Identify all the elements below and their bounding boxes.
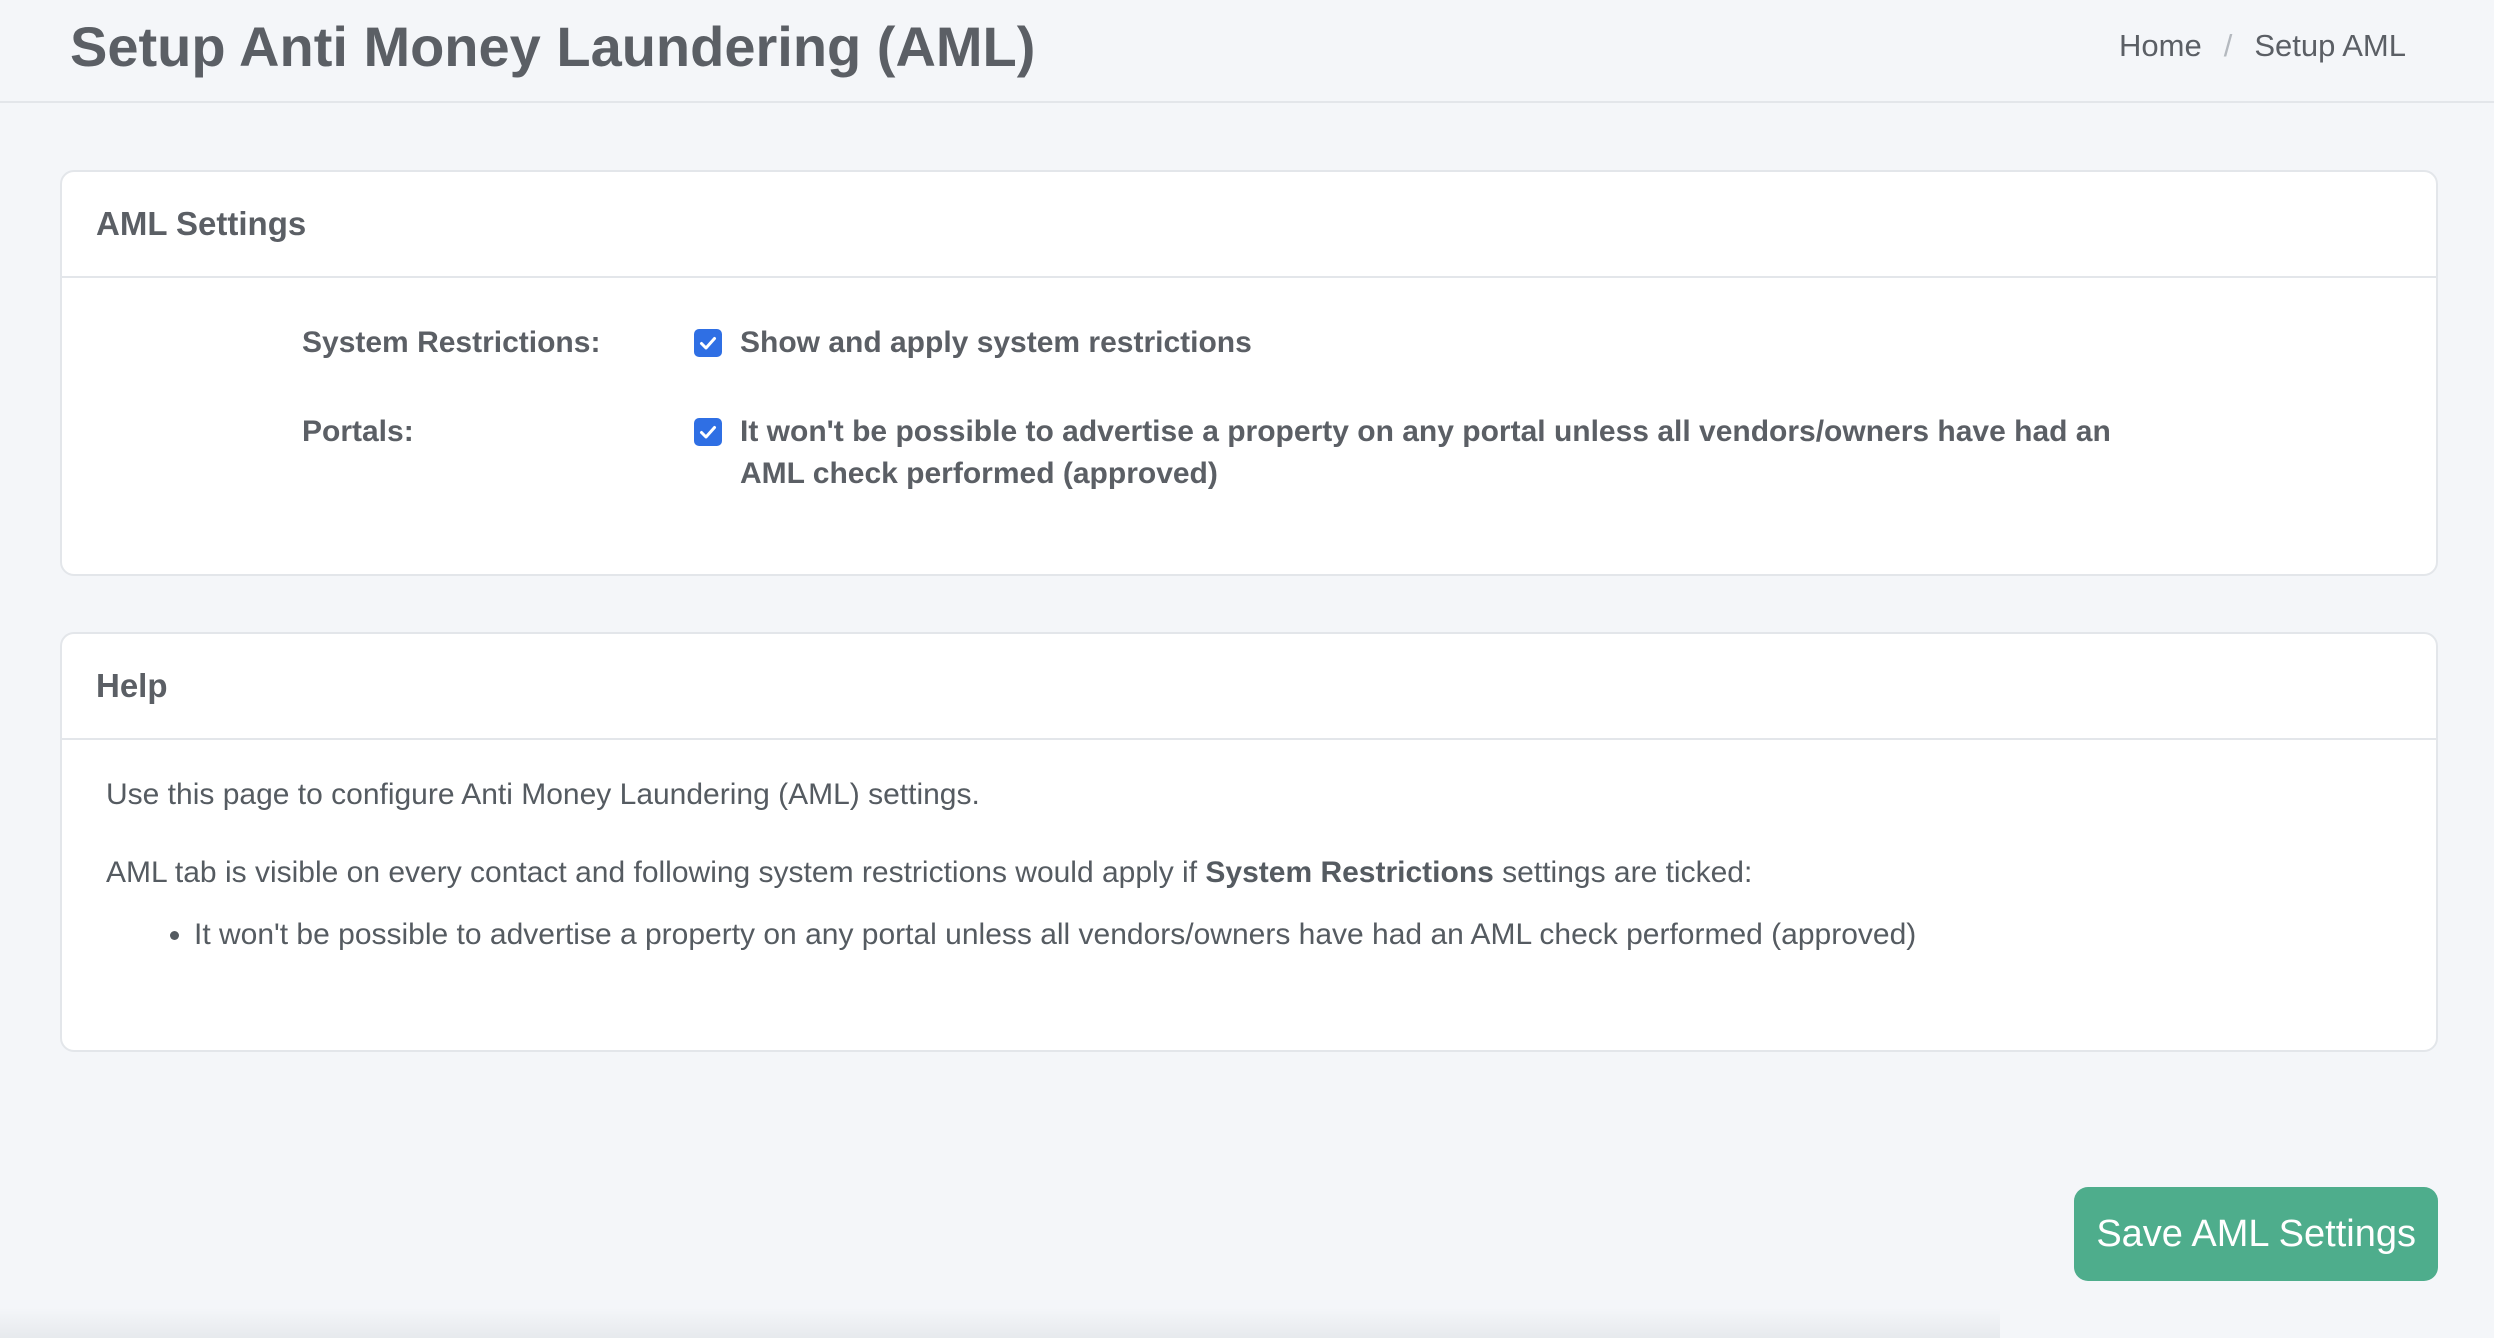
help-title: Help <box>62 634 2436 740</box>
page-header: Setup Anti Money Laundering (AML) Home /… <box>0 0 2494 103</box>
help-restrictions-paragraph: AML tab is visible on every contact and … <box>106 852 2386 894</box>
help-bullet-list: It won't be possible to advertise a prop… <box>106 914 2386 956</box>
breadcrumb-current: Setup AML <box>2254 28 2406 63</box>
help-restrictions-bold: System Restrictions <box>1205 856 1494 889</box>
help-card: Help Use this page to configure Anti Mon… <box>60 632 2438 1052</box>
help-bullet-item: It won't be possible to advertise a prop… <box>194 914 2386 956</box>
system-restrictions-label: System Restrictions: <box>302 326 601 359</box>
checkmark-icon <box>700 426 716 439</box>
breadcrumb-separator: / <box>2223 28 2233 63</box>
breadcrumb-home-link[interactable]: Home <box>2119 28 2202 64</box>
portals-label: Portals: <box>302 415 414 448</box>
aml-settings-card: AML Settings System Restrictions: Show a… <box>60 170 2438 576</box>
help-restrictions-suffix: settings are ticked: <box>1493 856 1753 889</box>
setting-row-system-restrictions: System Restrictions: Show and apply syst… <box>302 322 2160 364</box>
checkmark-icon <box>700 337 716 350</box>
system-restrictions-text: Show and apply system restrictions <box>740 326 1252 359</box>
portals-checkbox[interactable] <box>694 418 722 446</box>
save-aml-settings-button[interactable]: Save AML Settings <box>2074 1187 2438 1281</box>
help-intro: Use this page to configure Anti Money La… <box>106 778 980 811</box>
bottom-shadow <box>0 1308 2000 1338</box>
system-restrictions-checkbox[interactable] <box>694 329 722 357</box>
aml-settings-title: AML Settings <box>62 172 2436 278</box>
portals-text: It won't be possible to advertise a prop… <box>740 415 2111 490</box>
help-restrictions-prefix: AML tab is visible on every contact and … <box>106 856 1206 889</box>
aml-setup-page: Setup Anti Money Laundering (AML) Home /… <box>0 0 2494 1338</box>
page-title: Setup Anti Money Laundering (AML) <box>70 15 1036 78</box>
breadcrumb: Home / Setup AML <box>2119 28 2406 64</box>
setting-row-portals: Portals: It won't be possible to adverti… <box>302 411 2160 495</box>
help-body: Use this page to configure Anti Money La… <box>106 774 2386 956</box>
